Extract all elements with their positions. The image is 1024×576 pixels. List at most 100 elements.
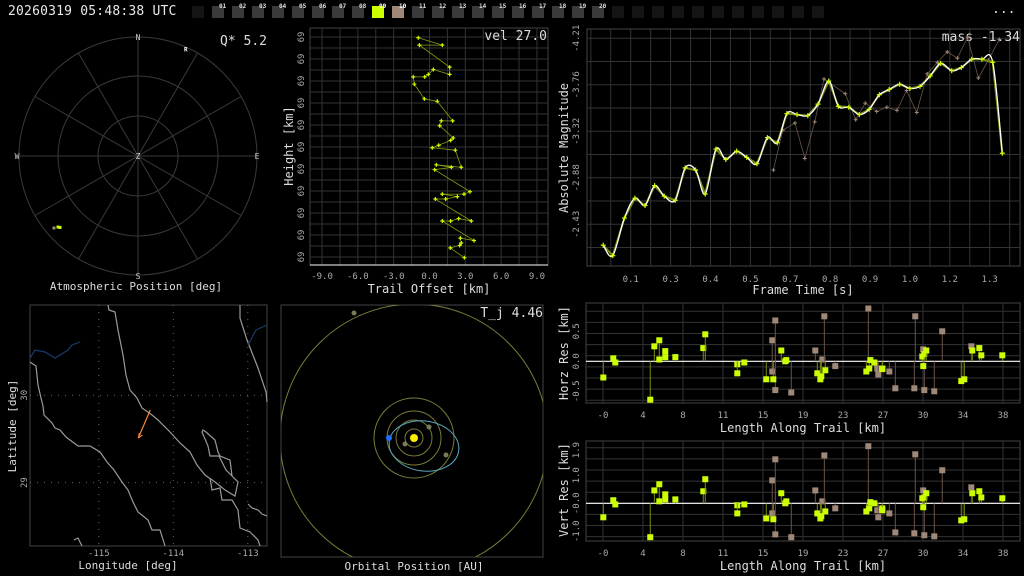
hres-point bbox=[763, 376, 770, 383]
hres-point bbox=[734, 370, 741, 377]
mag-point-secondary bbox=[884, 105, 889, 110]
hres-point bbox=[892, 385, 899, 392]
hres-point bbox=[875, 371, 882, 378]
mag-point-active bbox=[979, 56, 985, 62]
mag-y-tick: -4.21 bbox=[572, 25, 582, 52]
vres-point bbox=[822, 508, 829, 515]
map-lat-tick: 29 bbox=[20, 477, 30, 488]
hres-point bbox=[921, 387, 928, 394]
hres-point bbox=[978, 352, 985, 359]
polar-title: Atmospheric Position [deg] bbox=[50, 280, 222, 293]
vres-x-tick: 11 bbox=[718, 549, 729, 559]
vres-x-tick: 30 bbox=[918, 549, 929, 559]
hres-point bbox=[612, 359, 619, 366]
vres-x-tick: -0 bbox=[598, 549, 609, 559]
trail-y-tick: 69 bbox=[297, 142, 307, 153]
trail-point bbox=[448, 219, 453, 224]
hres-point bbox=[662, 348, 669, 355]
trail-x-tick: 6.0 bbox=[493, 272, 509, 282]
hres-x-tick: 34 bbox=[958, 411, 969, 421]
orbit-title: Orbital Position [AU] bbox=[344, 560, 483, 573]
hres-point bbox=[912, 313, 919, 320]
trail-point bbox=[456, 216, 461, 221]
hres-point bbox=[911, 385, 918, 392]
hres-point bbox=[647, 396, 654, 403]
vres-point bbox=[978, 494, 985, 501]
mag-x-tick: 0.4 bbox=[702, 275, 718, 285]
trail-point bbox=[458, 236, 463, 241]
mag-point-secondary bbox=[812, 119, 817, 124]
trail-offset-chart: vel 27.0 Trail Offset [km] Height [km] -… bbox=[282, 27, 549, 296]
mag-point-active bbox=[794, 112, 800, 118]
vres-point bbox=[912, 451, 919, 458]
trail-y-tick: 69 bbox=[297, 98, 307, 109]
vres-y-tick: 1.0 bbox=[572, 467, 582, 483]
mag-point-secondary bbox=[792, 120, 797, 125]
vres-point bbox=[763, 515, 770, 522]
radiant-marker: R bbox=[184, 46, 188, 53]
hres-point bbox=[741, 359, 748, 366]
mag-point-secondary bbox=[976, 76, 981, 81]
sun-marker bbox=[410, 434, 418, 442]
mag-y-label: Absolute Magnitude bbox=[557, 83, 571, 213]
vres-point bbox=[778, 490, 785, 497]
tisserand-stat: T_j 4.46 bbox=[480, 306, 543, 321]
mag-y-tick: -3.76 bbox=[572, 71, 582, 98]
vres-point bbox=[772, 531, 779, 538]
trail-point bbox=[440, 43, 445, 48]
vres-point bbox=[961, 516, 968, 523]
vres-point bbox=[976, 488, 983, 495]
planet-marker bbox=[443, 452, 449, 458]
hres-y-tick: 0.0 bbox=[572, 353, 582, 369]
vres-grid bbox=[585, 440, 1021, 542]
hres-x-tick: 23 bbox=[838, 411, 849, 421]
vres-point bbox=[647, 534, 654, 541]
hres-point bbox=[651, 343, 658, 350]
hres-point bbox=[939, 328, 946, 335]
trail-x-tick: -9.0 bbox=[311, 272, 333, 282]
vres-y-label: Vert Res [km] bbox=[557, 443, 571, 537]
vres-x-tick: 34 bbox=[958, 549, 969, 559]
trail-point bbox=[433, 197, 438, 202]
hres-point bbox=[961, 376, 968, 383]
polar-point bbox=[58, 225, 62, 229]
trail-y-tick: 69 bbox=[297, 32, 307, 43]
trail-y-tick: 69 bbox=[297, 230, 307, 241]
hres-x-tick: -0 bbox=[598, 411, 609, 421]
meteoroid-orbit bbox=[388, 420, 460, 472]
mag-y-tick: -2.43 bbox=[572, 211, 582, 238]
planet-marker bbox=[351, 310, 357, 316]
hres-x-tick: 27 bbox=[878, 411, 889, 421]
vres-x-tick: 4 bbox=[640, 549, 645, 559]
trail-point bbox=[430, 145, 435, 150]
trail-y-tick: 69 bbox=[297, 252, 307, 263]
trail-point bbox=[416, 35, 421, 40]
hres-point bbox=[778, 347, 785, 354]
vres-point bbox=[920, 504, 927, 511]
trail-x-tick: 3.0 bbox=[457, 272, 473, 282]
mag-grid bbox=[586, 28, 1021, 267]
mag-line-active bbox=[602, 58, 1004, 258]
hres-point bbox=[672, 354, 679, 361]
mag-point-secondary bbox=[771, 167, 776, 172]
mag-point-active bbox=[990, 59, 996, 65]
trail-point bbox=[453, 148, 458, 153]
mag-x-tick: 0.1 bbox=[623, 275, 639, 285]
vres-point bbox=[788, 534, 795, 541]
dashboard-canvas: Q* 5.2 N S W E Z Atmospheric Position [d… bbox=[6, 25, 1021, 573]
vres-point bbox=[832, 505, 839, 512]
mag-x-label: Frame Time [s] bbox=[752, 283, 853, 297]
vres-point bbox=[656, 481, 663, 488]
q-star-stat: Q* 5.2 bbox=[220, 34, 267, 49]
hres-point bbox=[769, 368, 776, 375]
planet-marker bbox=[402, 441, 408, 447]
west-label: W bbox=[15, 152, 20, 161]
trail-y-tick: 69 bbox=[297, 208, 307, 219]
hres-point bbox=[832, 363, 839, 370]
trail-x-tick: 9.0 bbox=[529, 272, 545, 282]
vres-x-tick: 15 bbox=[758, 549, 769, 559]
vres-x-tick: 38 bbox=[998, 549, 1009, 559]
hres-point bbox=[662, 354, 669, 361]
hres-grid bbox=[585, 302, 1021, 404]
hres-point bbox=[656, 356, 663, 363]
